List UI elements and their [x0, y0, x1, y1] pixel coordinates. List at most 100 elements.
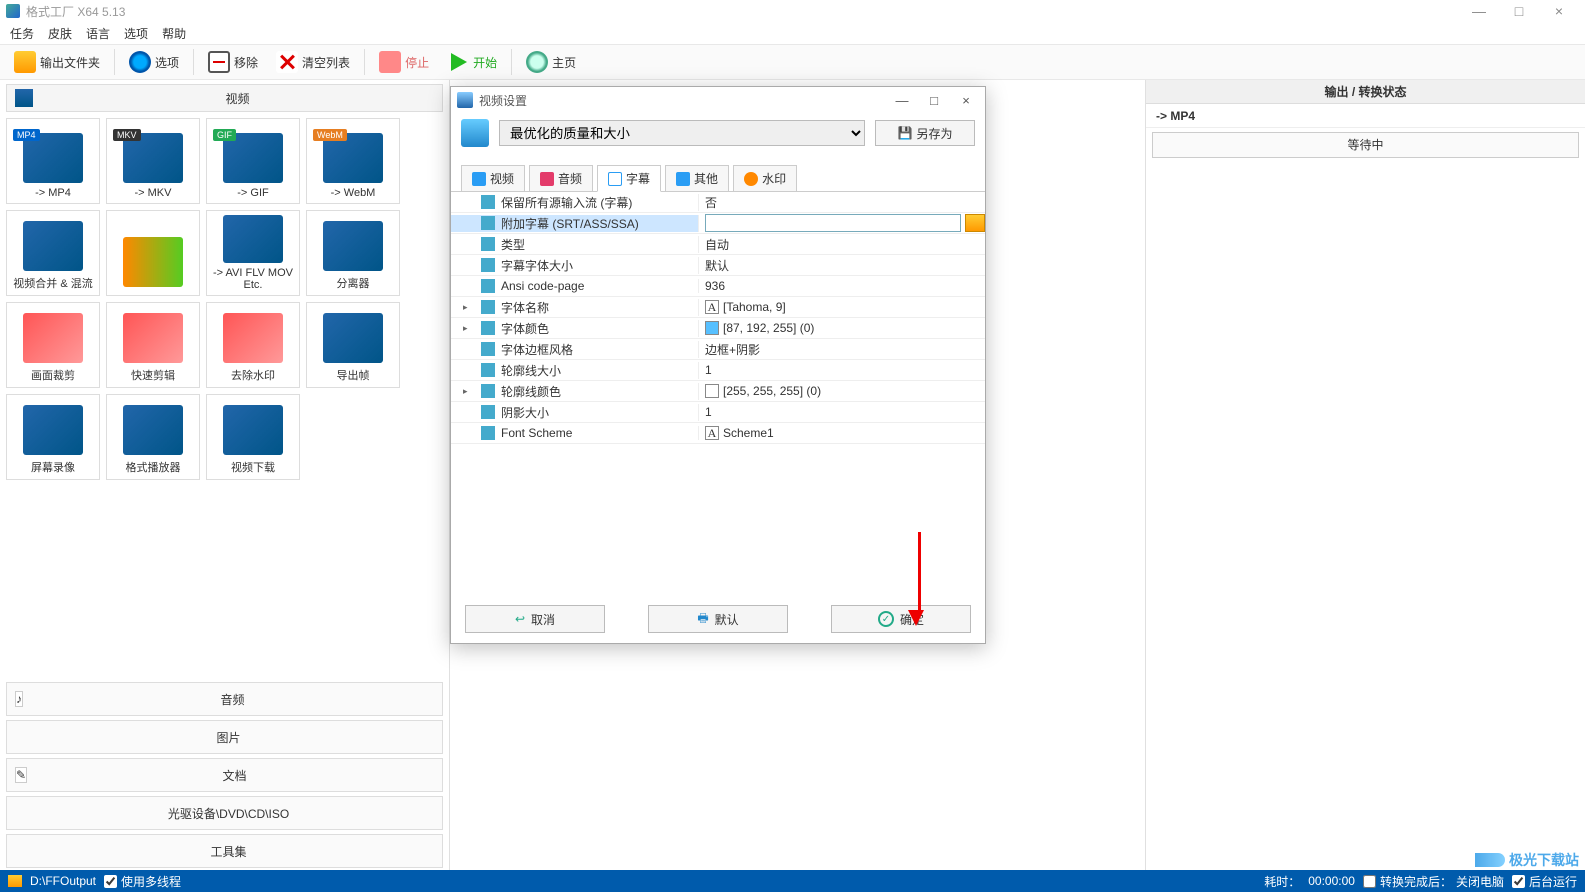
- property-icon: [481, 216, 495, 230]
- output-path[interactable]: D:\FFOutput: [30, 874, 96, 888]
- property-input[interactable]: [705, 214, 961, 232]
- property-row[interactable]: 轮廓线颜色[255, 255, 255] (0): [451, 381, 985, 402]
- property-row[interactable]: 类型自动: [451, 234, 985, 255]
- start-button[interactable]: 开始: [441, 49, 503, 75]
- format-tile[interactable]: -> MKV: [106, 118, 200, 204]
- task-status[interactable]: 等待中: [1152, 132, 1579, 158]
- format-tile[interactable]: [106, 210, 200, 296]
- category-disc[interactable]: 光驱设备\DVD\CD\ISO: [6, 796, 443, 830]
- property-icon: [481, 384, 495, 398]
- category-audio[interactable]: ♪音频: [6, 682, 443, 716]
- property-value[interactable]: 1: [699, 405, 985, 419]
- property-row[interactable]: 字体颜色[87, 192, 255] (0): [451, 318, 985, 339]
- output-folder-button[interactable]: 输出文件夹: [8, 49, 106, 75]
- center-panel: 视频设置 — □ × 最优化的质量和大小 💾另存为 视频 音频 字幕 其他 水印…: [450, 80, 1145, 870]
- dialog-minimize-button[interactable]: —: [889, 93, 915, 108]
- property-value[interactable]: 1: [699, 363, 985, 377]
- property-key: Font Scheme: [451, 426, 699, 440]
- property-row[interactable]: 阴影大小1: [451, 402, 985, 423]
- stop-button[interactable]: 停止: [373, 49, 435, 75]
- property-value[interactable]: A[Tahoma, 9]: [699, 300, 985, 314]
- property-row[interactable]: 轮廓线大小1: [451, 360, 985, 381]
- property-value[interactable]: 边框+阴影: [699, 341, 985, 358]
- format-tile[interactable]: -> GIF: [206, 118, 300, 204]
- property-value[interactable]: AScheme1: [699, 426, 985, 440]
- property-value[interactable]: 936: [699, 279, 985, 293]
- property-value[interactable]: 自动: [699, 236, 985, 253]
- tab-audio-label: 音频: [558, 170, 582, 187]
- default-button[interactable]: 🖶默认: [648, 605, 788, 633]
- tile-label: 屏幕录像: [31, 459, 75, 475]
- format-tile[interactable]: -> WebM: [306, 118, 400, 204]
- format-tile[interactable]: 画面裁剪: [6, 302, 100, 388]
- save-as-button[interactable]: 💾另存为: [875, 120, 975, 146]
- tile-label: -> MKV: [135, 187, 172, 199]
- format-tile[interactable]: 去除水印: [206, 302, 300, 388]
- category-document[interactable]: ✎文档: [6, 758, 443, 792]
- minimize-button[interactable]: —: [1459, 3, 1499, 19]
- menu-language[interactable]: 语言: [86, 25, 110, 42]
- format-tile[interactable]: -> MP4: [6, 118, 100, 204]
- format-tile[interactable]: 分离器: [306, 210, 400, 296]
- remove-button[interactable]: 移除: [202, 49, 264, 75]
- multithread-checkbox[interactable]: 使用多线程: [104, 873, 181, 890]
- property-key: 字体边框风格: [451, 341, 699, 358]
- property-value[interactable]: 默认: [699, 257, 985, 274]
- format-tile[interactable]: 视频合并 & 混流: [6, 210, 100, 296]
- background-checkbox[interactable]: 后台运行: [1512, 873, 1577, 890]
- format-tile[interactable]: -> AVI FLV MOV Etc.: [206, 210, 300, 296]
- menu-help[interactable]: 帮助: [162, 25, 186, 42]
- property-value[interactable]: [255, 255, 255] (0): [699, 384, 985, 398]
- tab-watermark-label: 水印: [762, 170, 786, 187]
- property-row[interactable]: 附加字幕 (SRT/ASS/SSA): [451, 213, 985, 234]
- dialog-close-button[interactable]: ×: [953, 93, 979, 108]
- output-folder-label: 输出文件夹: [40, 54, 100, 71]
- format-tile[interactable]: 屏幕录像: [6, 394, 100, 480]
- menu-skin[interactable]: 皮肤: [48, 25, 72, 42]
- property-value[interactable]: [87, 192, 255] (0): [699, 321, 985, 335]
- property-icon: [481, 279, 495, 293]
- property-icon: [481, 300, 495, 314]
- property-row[interactable]: Font SchemeAScheme1: [451, 423, 985, 444]
- tab-other[interactable]: 其他: [665, 165, 729, 191]
- tile-thumb: [223, 405, 283, 455]
- tile-label: -> AVI FLV MOV Etc.: [211, 267, 295, 291]
- tab-subtitle[interactable]: 字幕: [597, 165, 661, 192]
- category-document-label: 文档: [35, 767, 434, 784]
- options-button[interactable]: 选项: [123, 49, 185, 75]
- after-checkbox[interactable]: 转换完成后：关闭电脑: [1363, 873, 1504, 890]
- audio-icon: ♪: [15, 691, 23, 707]
- preset-dropdown[interactable]: 最优化的质量和大小: [499, 120, 865, 146]
- category-video[interactable]: 视频: [6, 84, 443, 112]
- category-image[interactable]: 图片: [6, 720, 443, 754]
- property-icon: [481, 237, 495, 251]
- maximize-button[interactable]: □: [1499, 3, 1539, 19]
- color-swatch: [705, 321, 719, 335]
- format-tile[interactable]: 格式播放器: [106, 394, 200, 480]
- ok-button[interactable]: ✓确定: [831, 605, 971, 633]
- property-row[interactable]: Ansi code-page936: [451, 276, 985, 297]
- menu-task[interactable]: 任务: [10, 25, 34, 42]
- property-row[interactable]: 保留所有源输入流 (字幕)否: [451, 192, 985, 213]
- task-row[interactable]: -> MP4: [1146, 104, 1585, 128]
- property-row[interactable]: 字幕字体大小默认: [451, 255, 985, 276]
- browse-button[interactable]: [965, 214, 985, 232]
- home-button[interactable]: 主页: [520, 49, 582, 75]
- property-row[interactable]: 字体名称A[Tahoma, 9]: [451, 297, 985, 318]
- format-tile[interactable]: 导出帧: [306, 302, 400, 388]
- dialog-maximize-button[interactable]: □: [921, 93, 947, 108]
- cancel-button[interactable]: ↩取消: [465, 605, 605, 633]
- category-tools[interactable]: 工具集: [6, 834, 443, 868]
- property-value[interactable]: [699, 214, 985, 232]
- close-button[interactable]: ×: [1539, 3, 1579, 19]
- format-tile[interactable]: 快速剪辑: [106, 302, 200, 388]
- tab-video[interactable]: 视频: [461, 165, 525, 191]
- tab-watermark[interactable]: 水印: [733, 165, 797, 191]
- clear-button[interactable]: 清空列表: [270, 49, 356, 75]
- property-row[interactable]: 字体边框风格边框+阴影: [451, 339, 985, 360]
- property-value[interactable]: 否: [699, 194, 985, 211]
- tile-thumb: [23, 313, 83, 363]
- tab-audio[interactable]: 音频: [529, 165, 593, 191]
- menu-options[interactable]: 选项: [124, 25, 148, 42]
- format-tile[interactable]: 视频下载: [206, 394, 300, 480]
